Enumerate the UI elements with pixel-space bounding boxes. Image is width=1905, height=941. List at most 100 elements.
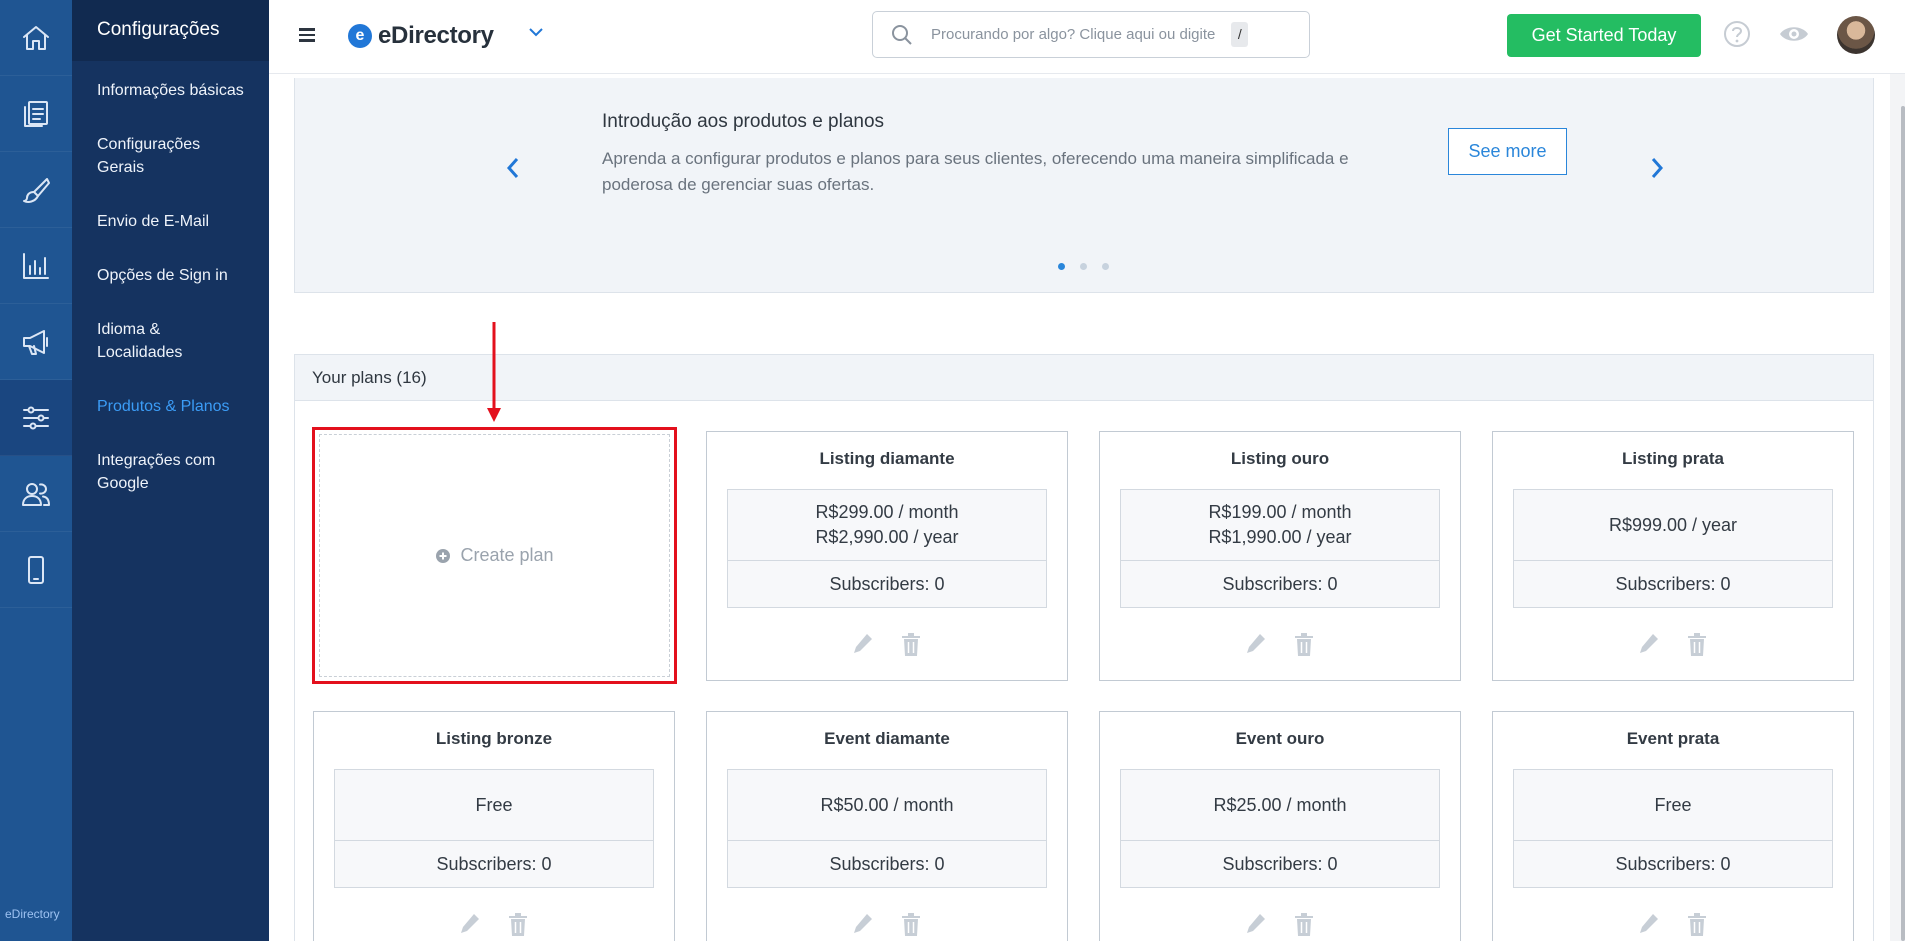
see-more-button[interactable]: See more	[1448, 128, 1567, 175]
carousel-next-icon[interactable]	[1649, 156, 1665, 180]
plan-subscribers: Subscribers: 0	[1615, 574, 1731, 594]
scrollbar-thumb[interactable]	[1901, 106, 1905, 941]
plan-title: Listing bronze	[435, 729, 553, 748]
plan-subscribers: Subscribers: 0	[1615, 854, 1731, 874]
create-plan-button[interactable]: Create plan	[319, 434, 670, 677]
plan-card: Listing diamante R$299.00 / month R$2,990…	[706, 431, 1068, 681]
plan-price-box: R$999.00 / year Subscribers: 0	[1513, 489, 1833, 608]
plan-actions	[1100, 631, 1460, 657]
help-icon[interactable]	[1723, 20, 1751, 48]
plan-subscribers: Subscribers: 0	[829, 574, 945, 594]
sidebar-item-language[interactable]: Idioma & Localidades	[72, 318, 269, 364]
eye-icon[interactable]	[1778, 20, 1810, 48]
edit-pencil-icon[interactable]	[1637, 911, 1661, 937]
plan-price: R$25.00 / month	[1213, 794, 1347, 815]
sidebar-item-general-settings[interactable]: Configurações Gerais	[72, 133, 269, 179]
intro-title: Introdução aos produtos e planos	[602, 111, 885, 132]
plan-price: R$2,990.00 / year	[815, 527, 959, 547]
plan-title: Event ouro	[1235, 729, 1325, 748]
plan-card: Listing prata R$999.00 / year Subscriber…	[1492, 431, 1854, 681]
search-placeholder: Procurando por algo? Clique aqui ou digi…	[931, 26, 1216, 43]
plan-actions	[314, 911, 674, 937]
plan-actions	[1493, 911, 1853, 937]
settings-sidebar: Configurações Informações básicas Config…	[72, 0, 269, 941]
intro-carousel: Introdução aos produtos e planos Aprenda…	[294, 78, 1874, 293]
sidebar-title: Configurações	[72, 0, 269, 61]
delete-trash-icon[interactable]	[1685, 631, 1709, 657]
home-icon	[23, 25, 49, 50]
sidebar-item-email[interactable]: Envio de E-Mail	[72, 210, 269, 233]
plan-price: R$199.00 / month	[1208, 502, 1352, 522]
plus-circle-icon	[436, 548, 451, 563]
user-avatar[interactable]	[1837, 16, 1875, 54]
plan-price-box: Free Subscribers: 0	[1513, 769, 1833, 888]
plan-title: Listing prata	[1621, 449, 1724, 468]
plan-prices: R$999.00 / year	[1514, 490, 1832, 561]
get-started-button[interactable]: Get Started Today	[1507, 14, 1701, 57]
plan-actions	[1100, 911, 1460, 937]
edit-pencil-icon[interactable]	[1637, 631, 1661, 657]
carousel-dot[interactable]	[1058, 263, 1065, 270]
rail-reports[interactable]	[0, 228, 72, 304]
search-box[interactable]: Procurando por algo? Clique aqui ou digi…	[872, 11, 1310, 58]
edit-pencil-icon[interactable]	[851, 911, 875, 937]
plans-heading: Your plans (16)	[295, 355, 1873, 401]
sidebar-menu: Informações básicas Configurações Gerais…	[72, 61, 269, 495]
rail-pages[interactable]	[0, 76, 72, 152]
hamburger-menu-icon[interactable]	[299, 28, 315, 42]
rail-design[interactable]	[0, 152, 72, 228]
rail-users[interactable]	[0, 456, 72, 532]
plan-price-box: R$25.00 / month Subscribers: 0	[1120, 769, 1440, 888]
create-plan-highlight: Create plan	[312, 427, 677, 684]
delete-trash-icon[interactable]	[899, 631, 923, 657]
logo-text: eDirectory	[378, 22, 494, 49]
plan-price-box: R$199.00 / month R$1,990.00 / year Subscr…	[1120, 489, 1440, 608]
carousel-dot[interactable]	[1080, 263, 1087, 270]
plan-price: R$50.00 / month	[820, 794, 954, 815]
edit-pencil-icon[interactable]	[1244, 631, 1268, 657]
sidebar-item-sign-in[interactable]: Opções de Sign in	[72, 264, 269, 287]
top-header: e eDirectory Procurando por algo? Clique…	[269, 0, 1905, 74]
plan-subscribers: Subscribers: 0	[436, 854, 552, 874]
carousel-dots	[1058, 263, 1124, 270]
edit-pencil-icon[interactable]	[851, 631, 875, 657]
delete-trash-icon[interactable]	[1685, 911, 1709, 937]
plan-prices: Free	[1514, 770, 1832, 841]
sidebar-item-google[interactable]: Integrações com Google	[72, 449, 269, 495]
delete-trash-icon[interactable]	[1292, 911, 1316, 937]
chevron-down-icon[interactable]	[528, 24, 544, 40]
plan-card: Listing bronze Free Subscribers: 0	[313, 711, 675, 941]
rail-brand-label: eDirectory	[5, 907, 60, 921]
plan-prices: R$299.00 / month R$2,990.00 / year	[728, 490, 1046, 561]
plan-price: R$1,990.00 / year	[1208, 527, 1352, 547]
plan-actions	[707, 911, 1067, 937]
carousel-prev-icon[interactable]	[505, 156, 521, 180]
edit-pencil-icon[interactable]	[1244, 911, 1268, 937]
mobile-icon	[28, 555, 44, 584]
delete-trash-icon[interactable]	[899, 911, 923, 937]
plan-card: Event prata Free Subscribers: 0	[1492, 711, 1854, 941]
plan-prices: R$50.00 / month	[728, 770, 1046, 841]
rail-promotion[interactable]	[0, 304, 72, 380]
icon-rail: eDirectory	[0, 0, 72, 941]
plan-price-box: R$299.00 / month R$2,990.00 / year Subscr…	[727, 489, 1047, 608]
megaphone-icon	[23, 329, 48, 355]
delete-trash-icon[interactable]	[1292, 631, 1316, 657]
plan-price: R$999.00 / year	[1608, 514, 1738, 535]
sidebar-item-basic-info[interactable]: Informações básicas	[72, 79, 269, 102]
delete-trash-icon[interactable]	[506, 911, 530, 937]
rail-settings[interactable]	[0, 380, 72, 456]
reports-icon	[23, 252, 49, 279]
plan-actions	[707, 631, 1067, 657]
carousel-dot[interactable]	[1102, 263, 1109, 270]
edirectory-logo[interactable]: e eDirectory	[348, 22, 494, 50]
plan-prices: Free	[335, 770, 653, 841]
edit-pencil-icon[interactable]	[458, 911, 482, 937]
create-plan-label: Create plan	[460, 545, 554, 565]
plan-subscribers: Subscribers: 0	[829, 854, 945, 874]
sidebar-item-products-plans[interactable]: Produtos & Planos	[72, 395, 269, 418]
rail-home[interactable]	[0, 0, 72, 76]
rail-mobile[interactable]	[0, 532, 72, 608]
plan-price-box: Free Subscribers: 0	[334, 769, 654, 888]
pages-icon	[24, 100, 48, 127]
